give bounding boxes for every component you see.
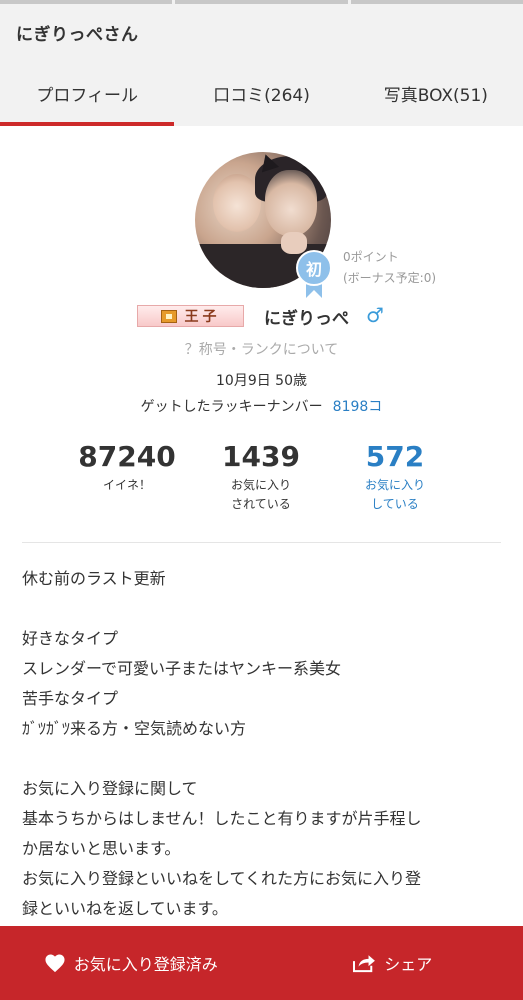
- male-icon: ♂: [366, 303, 384, 327]
- first-timer-badge: 初: [296, 250, 332, 298]
- crown-icon: [160, 309, 177, 323]
- tab-profile[interactable]: プロフィール: [0, 60, 175, 126]
- bio-line: ｶﾞﾂｶﾞﾂ来る方・空気読めない方: [22, 719, 247, 738]
- tab-reviews[interactable]: 口コミ(264): [174, 60, 348, 126]
- bio-line: 録といいねを返しています。: [22, 899, 228, 918]
- rank-title: 王子: [184, 309, 221, 325]
- lucky-number-label: ゲットしたラッキーナンバー: [140, 399, 323, 415]
- page-title: にぎりっぺさん: [16, 24, 139, 45]
- bio-text: 休む前のラスト更新 好きなタイプ スレンダーで可愛い子またはヤンキー系美女 苦手…: [22, 564, 502, 924]
- nickname: にぎりっぺ: [264, 309, 349, 329]
- share-button-label: シェア: [384, 955, 433, 974]
- bio-line: 休む前のラスト更新: [22, 569, 166, 588]
- rank-info-link[interactable]: ？称号・ランクについて: [0, 339, 523, 359]
- first-timer-badge-label: 初: [296, 250, 332, 286]
- page-header: にぎりっぺさん: [0, 4, 523, 60]
- stat-favorited-by-label-1: お気に入り: [230, 478, 291, 492]
- stat-likes-value: 87240: [78, 440, 176, 473]
- stats-row: 87240 イイネ！ 1439 お気に入り されている 572 お気に入り して…: [0, 440, 523, 520]
- title-row: 王子 にぎりっぺ ♂: [0, 300, 523, 334]
- share-icon: [353, 955, 376, 973]
- stat-favorites-value[interactable]: 572: [320, 440, 470, 474]
- favorite-button-label: お気に入り登録済み: [73, 955, 218, 974]
- tab-bar: プロフィール 口コミ(264) 写真BOX(51): [0, 60, 523, 126]
- bio-line: 基本うちからはしません！したこと有りますが片手程し: [22, 809, 422, 828]
- heart-icon: [45, 954, 65, 973]
- stat-likes: 87240 イイネ！: [52, 440, 202, 495]
- action-bar: お気に入り登録済み シェア: [0, 926, 523, 1000]
- stat-favorites-label-1[interactable]: お気に入り: [320, 476, 470, 495]
- bio-line: お気に入り登録に関して: [22, 779, 198, 798]
- points-value: 0ポイント: [343, 250, 399, 264]
- stat-favorited-by-value: 1439: [222, 440, 300, 473]
- bio-line: [22, 594, 502, 624]
- rank-badge: 王子: [137, 305, 244, 327]
- stat-favorites-label-2[interactable]: している: [320, 495, 470, 514]
- bio-line: か居ないと思います。: [22, 839, 181, 858]
- bio-line: 好きなタイプ: [22, 629, 119, 648]
- lucky-number-value[interactable]: 8198コ: [333, 399, 383, 415]
- bio-line: [22, 744, 502, 774]
- points-info: 0ポイント (ボーナス予定:0): [343, 247, 436, 289]
- favorite-button[interactable]: お気に入り登録済み: [0, 926, 262, 1000]
- tab-photo-box[interactable]: 写真BOX(51): [349, 60, 523, 126]
- stat-likes-label: イイネ！: [102, 478, 151, 492]
- profile-card: 初 0ポイント (ボーナス予定:0) 王子 にぎりっぺ ♂ ？称号・ランクについ…: [0, 126, 523, 926]
- birthday-age: 10月9日 50歳: [216, 373, 307, 389]
- stat-favorited-by: 1439 お気に入り されている: [186, 440, 336, 514]
- stat-favorites[interactable]: 572 お気に入り している: [320, 440, 470, 514]
- points-bonus-note: (ボーナス予定:0): [343, 271, 437, 285]
- stat-favorited-by-label-2: されている: [231, 497, 291, 511]
- lucky-number-row: ゲットしたラッキーナンバー 8198コ: [0, 396, 523, 416]
- bio-line: スレンダーで可愛い子またはヤンキー系美女: [22, 659, 342, 678]
- share-button[interactable]: シェア: [262, 926, 523, 1000]
- bio-line: お気に入り登録といいねをしてくれた方にお気に入り登: [22, 869, 422, 888]
- divider: [22, 542, 501, 543]
- bio-line: 苦手なタイプ: [22, 689, 119, 708]
